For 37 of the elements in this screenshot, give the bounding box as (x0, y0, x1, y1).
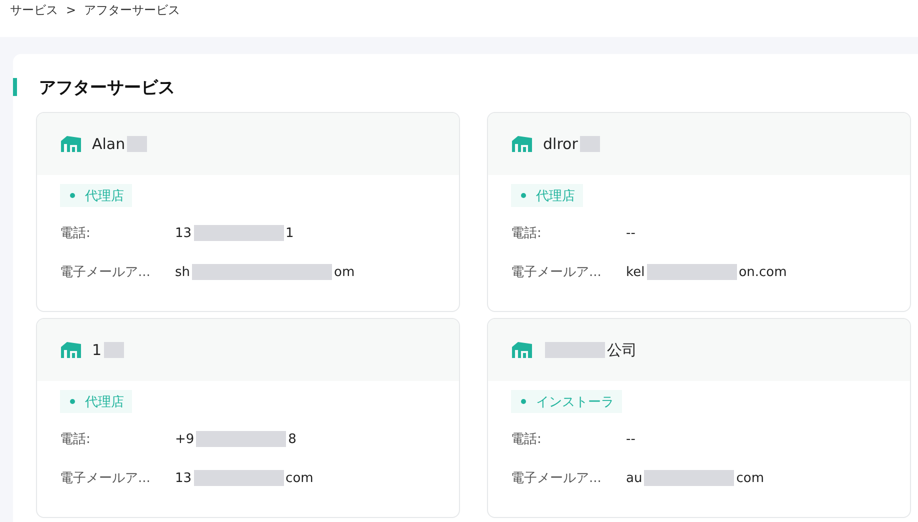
type-tag: 代理店 (511, 184, 583, 207)
field-value: kel on.com (626, 264, 787, 280)
type-tag: インストーラ (511, 390, 622, 413)
field-value: au com (626, 470, 764, 486)
field-value: sh om (175, 264, 355, 280)
field-label: 電子メールア... (511, 470, 602, 487)
company-name: dlror (543, 135, 602, 153)
house-icon (512, 342, 532, 358)
field-value: +9 8 (175, 431, 296, 447)
field-label: 電子メールア... (60, 264, 152, 281)
field-value: 13 com (175, 470, 314, 486)
house-icon (512, 136, 532, 152)
redaction-block (545, 342, 605, 358)
title-accent-bar (13, 78, 17, 96)
breadcrumb-item: アフターサービス (84, 2, 180, 19)
field-label: 電子メールア... (60, 470, 152, 487)
redaction-block (580, 136, 600, 152)
field-value: -- (626, 226, 636, 240)
field-label: 電話: (60, 431, 92, 448)
type-tag: 代理店 (60, 390, 132, 413)
breadcrumb-item[interactable]: サービス (10, 1, 58, 19)
type-tag: 代理店 (60, 184, 132, 207)
field-value: -- (626, 432, 636, 446)
redaction-block (104, 342, 124, 358)
redaction-block (127, 136, 148, 152)
field-label: 電話: (511, 431, 542, 448)
field-label: 電話: (511, 225, 542, 242)
field-label: 電子メールア... (511, 264, 602, 281)
section-title: アフターサービス (39, 76, 175, 98)
field-label: 電話: (60, 225, 92, 242)
company-name: 1 (92, 341, 126, 359)
house-icon (61, 342, 81, 358)
house-icon (61, 136, 81, 152)
company-name: Alan (92, 135, 150, 153)
field-value: 13 1 (175, 225, 294, 241)
breadcrumb-separator: > (66, 2, 76, 19)
company-name: 公司 (543, 340, 637, 360)
